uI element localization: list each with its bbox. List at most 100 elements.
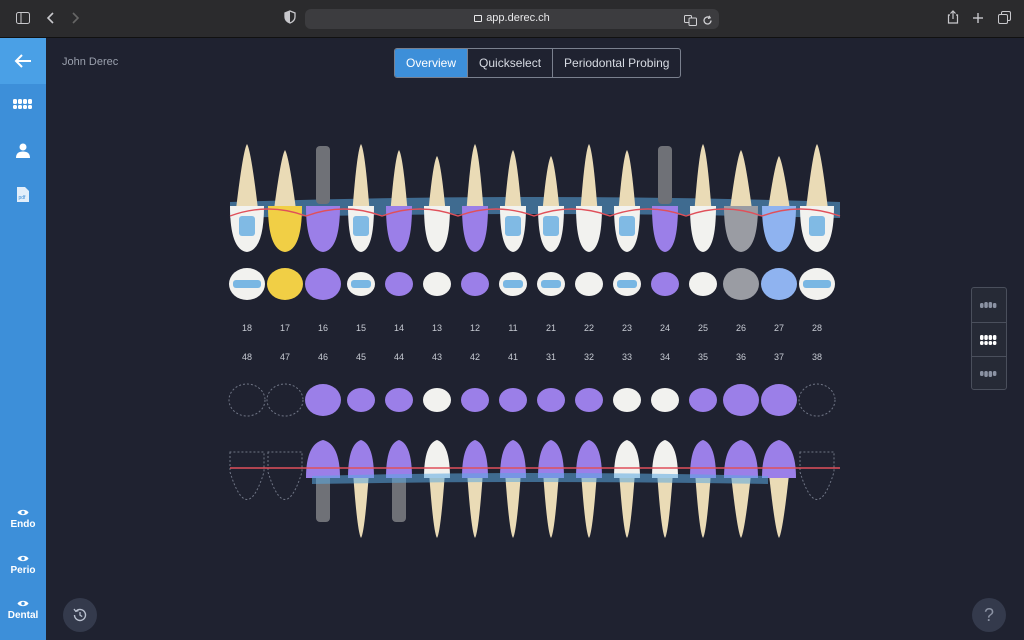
tooth-number-18[interactable]: 18 (232, 323, 262, 333)
tooth-46[interactable] (305, 384, 341, 522)
view-lower-button[interactable] (972, 356, 1006, 390)
tooth-crown (762, 206, 796, 252)
sidebar-label-dental: Dental (7, 610, 39, 621)
sidebar-toggle-endo[interactable]: Endo (0, 508, 46, 530)
tooth-number-43[interactable]: 43 (422, 352, 452, 362)
forward-icon[interactable] (66, 10, 84, 28)
tooth-number-15[interactable]: 15 (346, 323, 376, 333)
tooth-number-35[interactable]: 35 (688, 352, 718, 362)
tooth-occlusal (385, 388, 413, 412)
reload-icon[interactable] (702, 13, 713, 31)
translate-icon[interactable] (684, 13, 697, 31)
tooth-34[interactable] (651, 388, 679, 538)
tooth-number-46[interactable]: 46 (308, 352, 338, 362)
sidebar-item-dental-chart[interactable] (0, 98, 46, 110)
tooth-occlusal (761, 268, 797, 300)
tooth-32[interactable] (575, 388, 603, 538)
tooth-number-34[interactable]: 34 (650, 352, 680, 362)
sidebar-label-perio: Perio (10, 565, 36, 576)
back-icon[interactable] (42, 10, 60, 28)
tooth-number-24[interactable]: 24 (650, 323, 680, 333)
tooth-occlusal (689, 272, 717, 296)
tooth-number-16[interactable]: 16 (308, 323, 338, 333)
address-bar[interactable]: app.derec.ch (305, 9, 719, 29)
tab-periodontal-probing[interactable]: Periodontal Probing (552, 49, 680, 77)
tooth-28[interactable] (799, 144, 835, 300)
tooth-14[interactable] (385, 150, 413, 296)
tooth-number-26[interactable]: 26 (726, 323, 756, 333)
tooth-17[interactable] (267, 150, 303, 300)
tooth-number-32[interactable]: 32 (574, 352, 604, 362)
tab-quickselect[interactable]: Quickselect (467, 49, 552, 77)
view-upper-button[interactable] (972, 288, 1006, 322)
sidebar-item-documents[interactable]: pdf (0, 186, 46, 203)
tooth-number-21[interactable]: 21 (536, 323, 566, 333)
tooth-number-14[interactable]: 14 (384, 323, 414, 333)
tooth-number-27[interactable]: 27 (764, 323, 794, 333)
tooth-23[interactable] (613, 150, 641, 296)
tooth-15[interactable] (347, 144, 375, 296)
tooth-occlusal (267, 268, 303, 300)
tooth-42[interactable] (461, 388, 489, 538)
missing-tooth-outline (266, 383, 304, 417)
tooth-number-41[interactable]: 41 (498, 352, 528, 362)
tooth-number-22[interactable]: 22 (574, 323, 604, 333)
tooth-37[interactable] (761, 384, 797, 538)
tooth-35[interactable] (689, 388, 717, 538)
tooth-16[interactable] (305, 146, 341, 300)
tooth-number-36[interactable]: 36 (726, 352, 756, 362)
shield-icon[interactable] (281, 10, 299, 28)
tooth-25[interactable] (689, 144, 717, 296)
tooth-47[interactable] (266, 383, 304, 500)
tabs-overview-icon[interactable] (995, 10, 1013, 28)
tooth-31[interactable] (537, 388, 565, 538)
tooth-number-13[interactable]: 13 (422, 323, 452, 333)
tooth-number-25[interactable]: 25 (688, 323, 718, 333)
sidebar-item-patient[interactable] (0, 142, 46, 158)
tooth-22[interactable] (575, 144, 603, 296)
history-button[interactable] (63, 598, 97, 632)
tooth-number-38[interactable]: 38 (802, 352, 832, 362)
tooth-26[interactable] (723, 150, 759, 300)
tooth-number-48[interactable]: 48 (232, 352, 262, 362)
tooth-21[interactable] (537, 156, 565, 296)
arrow-left-icon (14, 54, 31, 68)
sidebar-toggle-perio[interactable]: Perio (0, 554, 46, 576)
tooth-occlusal (305, 384, 341, 416)
tooth-number-17[interactable]: 17 (270, 323, 300, 333)
new-tab-icon[interactable] (969, 10, 987, 28)
tooth-43[interactable] (423, 388, 451, 538)
help-button[interactable]: ? (972, 598, 1006, 632)
tooth-number-47[interactable]: 47 (270, 352, 300, 362)
tooth-45[interactable] (347, 388, 375, 538)
tab-overview[interactable]: Overview (395, 49, 468, 77)
tooth-27[interactable] (761, 156, 797, 300)
tooth-38[interactable] (798, 383, 836, 500)
tooth-number-37[interactable]: 37 (764, 352, 794, 362)
sidebar-toggle-icon[interactable] (14, 10, 32, 28)
tooth-11[interactable] (499, 150, 527, 296)
tooth-number-31[interactable]: 31 (536, 352, 566, 362)
tooth-44[interactable] (385, 388, 413, 522)
sidebar-toggle-dental[interactable]: Dental (0, 599, 46, 621)
tooth-number-11[interactable]: 11 (498, 323, 528, 333)
tooth-number-44[interactable]: 44 (384, 352, 414, 362)
tooth-occlusal (499, 388, 527, 412)
tooth-48[interactable] (228, 383, 266, 500)
back-button[interactable] (0, 38, 46, 84)
tooth-33[interactable] (613, 388, 641, 538)
tooth-12[interactable] (461, 144, 489, 296)
tooth-number-45[interactable]: 45 (346, 352, 376, 362)
tooth-24[interactable] (651, 146, 679, 296)
share-icon[interactable] (944, 10, 962, 28)
tooth-41[interactable] (499, 388, 527, 538)
tooth-18[interactable] (229, 144, 265, 300)
tooth-13[interactable] (423, 156, 451, 296)
tooth-number-33[interactable]: 33 (612, 352, 642, 362)
tooth-number-12[interactable]: 12 (460, 323, 490, 333)
tooth-number-23[interactable]: 23 (612, 323, 642, 333)
tooth-number-28[interactable]: 28 (802, 323, 832, 333)
view-both-button[interactable] (972, 322, 1006, 356)
tooth-number-42[interactable]: 42 (460, 352, 490, 362)
tooth-36[interactable] (723, 384, 759, 538)
